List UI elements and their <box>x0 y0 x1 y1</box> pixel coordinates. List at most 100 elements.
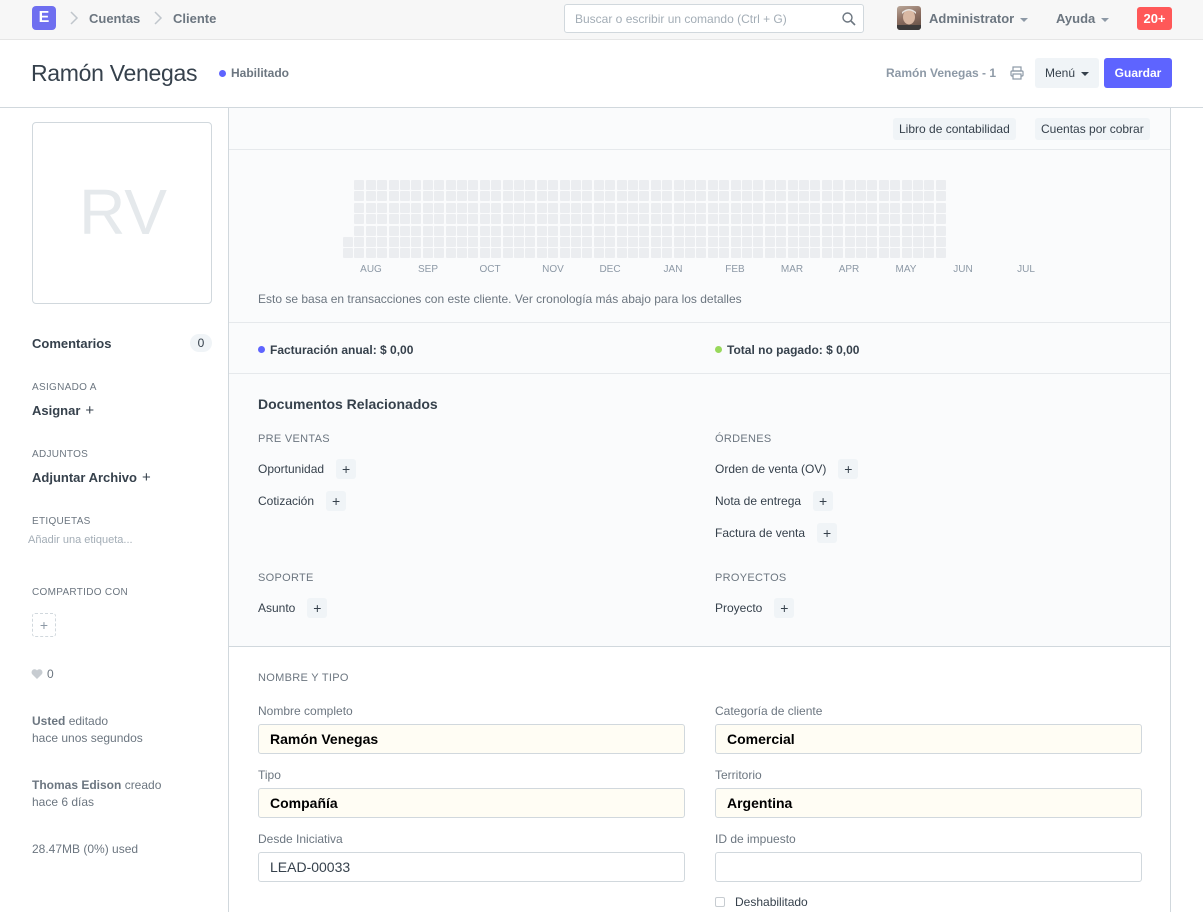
doc-link-oportunidad[interactable]: Oportunidad + <box>258 459 357 480</box>
heatmap-cell <box>742 225 752 236</box>
heatmap-cell <box>742 180 752 190</box>
heatmap-cell <box>890 180 901 190</box>
full-name-field[interactable]: Ramón Venegas <box>258 724 685 754</box>
heatmap-cell <box>799 180 809 190</box>
add-share-button[interactable]: + <box>32 613 56 637</box>
heatmap-cell <box>445 248 456 259</box>
add-doc-button[interactable]: + <box>307 598 328 618</box>
heatmap-cell <box>901 237 912 247</box>
heatmap-cell <box>662 225 673 236</box>
user-avatar[interactable] <box>897 6 921 30</box>
app-logo[interactable]: E <box>32 6 56 30</box>
doc-link-issue[interactable]: Asunto + <box>258 598 328 619</box>
comments-link[interactable]: Comentarios <box>32 336 111 351</box>
heatmap-cell <box>901 202 912 213</box>
heatmap-cell <box>559 248 570 259</box>
heatmap-cell <box>468 214 479 225</box>
territory-label: Territorio <box>715 768 762 782</box>
heatmap-cell <box>844 202 855 213</box>
add-doc-button[interactable]: + <box>336 459 357 479</box>
heatmap-cell <box>548 225 559 236</box>
heatmap-cell <box>753 248 764 259</box>
heatmap-cell <box>685 248 695 259</box>
divider <box>229 322 1170 323</box>
doc-link-delivery-note[interactable]: Nota de entrega + <box>715 491 834 512</box>
add-doc-button[interactable]: + <box>817 523 838 543</box>
heatmap-cell <box>502 248 513 259</box>
tax-id-field[interactable] <box>715 852 1142 882</box>
heatmap-cell <box>776 237 787 247</box>
user-menu[interactable]: Administrator <box>929 11 1029 26</box>
heatmap-cell <box>673 225 684 236</box>
breadcrumb-cuentas[interactable]: Cuentas <box>89 11 140 26</box>
add-doc-button[interactable]: + <box>838 459 859 479</box>
ledger-button[interactable]: Libro de contabilidad <box>893 118 1016 140</box>
add-doc-button[interactable]: + <box>774 598 795 618</box>
heatmap-cell <box>685 180 695 190</box>
heatmap-cell <box>377 202 388 213</box>
heatmap-cell <box>536 237 547 247</box>
heatmap-cell <box>434 237 445 247</box>
heatmap-cell <box>365 237 376 247</box>
heatmap-cell <box>776 202 787 213</box>
heart-icon[interactable] <box>31 668 43 680</box>
save-button[interactable]: Guardar <box>1104 58 1172 88</box>
customer-group-field[interactable]: Comercial <box>715 724 1142 754</box>
print-icon[interactable] <box>1010 66 1024 80</box>
heatmap-cell <box>867 225 878 236</box>
heatmap-cell <box>844 214 855 225</box>
doc-link-project[interactable]: Proyecto + <box>715 598 795 619</box>
heatmap-cell <box>582 214 593 225</box>
doc-link-cotizacion[interactable]: Cotización + <box>258 491 347 512</box>
customer-image-placeholder[interactable]: RV <box>32 122 212 304</box>
receivables-button[interactable]: Cuentas por cobrar <box>1035 118 1150 140</box>
heatmap-cell <box>457 248 467 259</box>
type-field[interactable]: Compañía <box>258 788 685 818</box>
heatmap-cell <box>582 191 593 202</box>
heatmap-cell <box>821 191 832 202</box>
heatmap-cell <box>571 202 581 213</box>
chevron-right-icon <box>70 11 79 25</box>
heatmap-cell <box>753 180 764 190</box>
heatmap-cell <box>821 214 832 225</box>
top-navbar: E Cuentas Cliente Buscar o escribir un c… <box>0 0 1203 40</box>
notifications-badge[interactable]: 20+ <box>1137 7 1172 30</box>
heatmap-cell <box>548 180 559 190</box>
heatmap-cell <box>593 191 604 202</box>
heatmap-cell <box>525 237 536 247</box>
heatmap-cell <box>673 237 684 247</box>
doc-label: Nota de entrega <box>715 494 802 509</box>
heatmap-cell <box>400 248 410 259</box>
heatmap-cell <box>833 237 844 247</box>
add-tag-input[interactable]: Añadir una etiqueta... <box>28 534 133 546</box>
heatmap-cell <box>593 248 604 259</box>
chart-note: Esto se basa en transacciones con este c… <box>258 292 742 306</box>
doc-link-sales-order[interactable]: Orden de venta (OV) + <box>715 459 859 480</box>
heatmap-cell <box>593 225 604 236</box>
heatmap-cell <box>571 225 581 236</box>
territory-field[interactable]: Argentina <box>715 788 1142 818</box>
user-name: Administrator <box>929 11 1015 26</box>
lead-field[interactable]: LEAD-00033 <box>258 852 685 882</box>
heatmap-cell <box>856 202 866 213</box>
heatmap-cell <box>719 214 730 225</box>
disabled-checkbox[interactable] <box>715 897 725 907</box>
doc-link-sales-invoice[interactable]: Factura de venta + <box>715 523 838 544</box>
heatmap-cell <box>844 248 855 259</box>
attach-file-button[interactable]: Adjuntar Archivo + <box>32 469 151 486</box>
search-input[interactable]: Buscar o escribir un comando (Ctrl + G) <box>564 4 864 33</box>
add-doc-button[interactable]: + <box>813 491 834 511</box>
add-doc-button[interactable]: + <box>326 491 347 511</box>
heatmap-cell <box>696 237 707 247</box>
assign-button[interactable]: Asignar + <box>32 402 94 419</box>
heatmap-cell <box>605 180 616 190</box>
help-menu[interactable]: Ayuda <box>1056 11 1110 26</box>
month-label: DEC <box>599 264 621 275</box>
lead-label: Desde Iniciativa <box>258 832 343 846</box>
heatmap-cell <box>468 237 479 247</box>
heatmap-cell <box>400 180 410 190</box>
heatmap-cell <box>434 248 445 259</box>
menu-button[interactable]: Menú <box>1035 58 1099 88</box>
breadcrumb-cliente[interactable]: Cliente <box>173 11 216 26</box>
heatmap-cell <box>491 225 502 236</box>
